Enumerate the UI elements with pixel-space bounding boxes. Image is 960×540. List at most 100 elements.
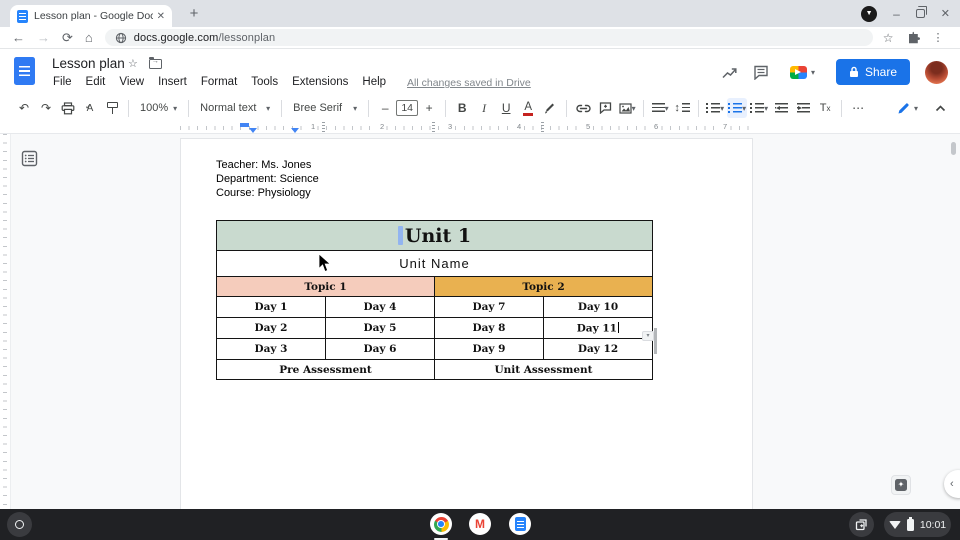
share-button[interactable]: Share [836, 59, 910, 85]
editing-mode-button[interactable]: ▾ [889, 100, 926, 117]
day-cell[interactable]: Day 4 [326, 297, 435, 318]
day-cell-with-cursor[interactable]: Day 11 [544, 318, 653, 339]
topic2-cell[interactable]: Topic 2 [435, 277, 653, 297]
launcher-button[interactable] [7, 512, 32, 537]
spellcheck-icon[interactable]: A✓ [80, 98, 100, 118]
underline-icon[interactable]: U [496, 98, 516, 118]
text-color-icon[interactable]: A [518, 98, 538, 118]
font-size-input[interactable]: 14 [396, 100, 418, 116]
add-comment-icon[interactable] [595, 98, 615, 118]
unit-title-cell[interactable]: Unit 1 [217, 221, 653, 251]
document-page[interactable]: Teacher: Ms. Jones Department: Science C… [180, 138, 753, 509]
meet-call-button[interactable]: ▾ [784, 62, 821, 83]
restore-button[interactable] [916, 9, 925, 18]
print-icon[interactable] [58, 98, 78, 118]
paragraph-style-select[interactable]: Normal text▾ [194, 102, 276, 114]
home-button[interactable]: ⌂ [85, 30, 93, 45]
scrollbar-thumb[interactable] [951, 142, 956, 155]
menu-format[interactable]: Format [194, 75, 244, 89]
day-cell[interactable]: Day 3 [217, 339, 326, 360]
insert-image-icon[interactable]: ▾ [617, 98, 637, 118]
increase-font-size-button[interactable]: + [419, 98, 439, 118]
day-cell[interactable]: Day 2 [217, 318, 326, 339]
menu-help[interactable]: Help [355, 75, 393, 89]
account-avatar[interactable] [925, 61, 948, 84]
back-button[interactable]: ← [12, 30, 25, 45]
new-tab-button[interactable]: + [184, 4, 204, 24]
day-cell[interactable]: Day 6 [326, 339, 435, 360]
increase-indent-icon[interactable] [793, 98, 813, 118]
day-cell[interactable]: Day 8 [435, 318, 544, 339]
zoom-select[interactable]: 100%▾ [134, 102, 183, 114]
show-outline-icon[interactable] [21, 150, 38, 167]
decrease-indent-icon[interactable] [771, 98, 791, 118]
collapse-side-panel-button[interactable]: ‹ [944, 470, 960, 498]
comment-history-icon[interactable] [753, 65, 769, 80]
unit-name-cell[interactable]: Unit Name [217, 251, 653, 277]
tab-close-icon[interactable]: ✕ [157, 11, 165, 22]
table-cell-dropdown-icon[interactable]: ▾ [642, 331, 654, 341]
explore-button[interactable]: ✦ [891, 475, 911, 495]
document-title[interactable]: Lesson plan [52, 56, 125, 71]
align-icon[interactable]: ▾ [650, 98, 670, 118]
status-tray[interactable]: 10:01 [884, 512, 951, 537]
numbered-list-icon[interactable]: ▾ [749, 98, 769, 118]
menu-edit[interactable]: Edit [79, 75, 113, 89]
first-line-indent-marker[interactable] [240, 123, 249, 127]
close-window-button[interactable]: ✕ [941, 7, 950, 20]
topic1-cell[interactable]: Topic 1 [217, 277, 435, 297]
save-status-link[interactable]: All changes saved in Drive [407, 75, 531, 89]
checklist-icon[interactable]: ▾ [705, 98, 725, 118]
day-cell[interactable]: Day 12 [544, 339, 653, 360]
left-indent-marker[interactable] [249, 128, 257, 133]
day-cell[interactable]: Day 7 [435, 297, 544, 318]
more-options-icon[interactable]: ⋯ [848, 98, 868, 118]
star-document-icon[interactable]: ☆ [128, 57, 138, 70]
day-cell[interactable]: Day 10 [544, 297, 653, 318]
right-indent-marker[interactable] [291, 128, 299, 133]
pre-assessment-cell[interactable]: Pre Assessment [217, 360, 435, 380]
table-edge-handle[interactable] [654, 328, 657, 354]
shelf-docs-app[interactable] [509, 513, 531, 535]
font-select[interactable]: Bree Serif▾ [287, 102, 363, 114]
document-stats-icon[interactable] [722, 66, 738, 79]
bulleted-list-icon[interactable]: ▾ [727, 98, 747, 118]
menu-insert[interactable]: Insert [151, 75, 194, 89]
bookmark-star-icon[interactable]: ☆ [883, 31, 894, 45]
menu-tools[interactable]: Tools [244, 75, 285, 89]
unit-assessment-cell[interactable]: Unit Assessment [435, 360, 653, 380]
document-meta-text[interactable]: Teacher: Ms. Jones Department: Science C… [216, 158, 319, 200]
menu-extensions[interactable]: Extensions [285, 75, 355, 89]
italic-icon[interactable]: I [474, 98, 494, 118]
table-column-marker[interactable] [432, 122, 435, 133]
insert-link-icon[interactable] [573, 98, 593, 118]
menu-view[interactable]: View [112, 75, 151, 89]
forward-button[interactable]: → [37, 30, 50, 45]
clear-formatting-icon[interactable]: Tx [815, 98, 835, 118]
shelf-gmail-app[interactable]: M [469, 513, 491, 535]
browser-menu-icon[interactable]: ⋮ [933, 31, 944, 44]
table-column-marker[interactable] [322, 122, 325, 133]
minimize-button[interactable]: – [893, 9, 900, 19]
table-column-marker[interactable] [541, 122, 544, 133]
address-bar[interactable]: docs.google.com/lessonplan [105, 29, 873, 46]
decrease-font-size-button[interactable]: – [375, 98, 395, 118]
highlight-color-icon[interactable] [540, 98, 560, 118]
docs-app-icon[interactable] [14, 57, 35, 85]
hide-menus-icon[interactable] [930, 98, 950, 118]
day-cell[interactable]: Day 9 [435, 339, 544, 360]
day-cell[interactable]: Day 1 [217, 297, 326, 318]
line-spacing-icon[interactable]: ↕ [672, 98, 692, 118]
shelf-chrome-app[interactable] [430, 513, 452, 535]
day-cell[interactable]: Day 5 [326, 318, 435, 339]
bold-icon[interactable]: B [452, 98, 472, 118]
screen-capture-button[interactable] [849, 512, 874, 537]
menu-file[interactable]: File [46, 75, 79, 89]
redo-icon[interactable]: ↷ [36, 98, 56, 118]
move-to-folder-icon[interactable] [149, 59, 162, 69]
undo-icon[interactable]: ↶ [14, 98, 34, 118]
browser-tab-active[interactable]: Lesson plan - Google Docs ✕ [10, 5, 172, 27]
paint-format-icon[interactable] [102, 98, 122, 118]
extensions-puzzle-icon[interactable] [907, 31, 920, 44]
reload-button[interactable]: ⟳ [62, 30, 73, 46]
